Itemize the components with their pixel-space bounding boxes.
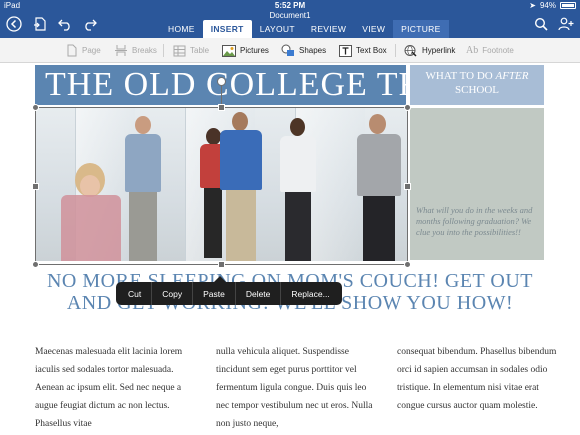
body-column-1[interactable]: Maecenas malesuada elit lacinia lorem ia… — [35, 343, 195, 433]
picture-selection-frame — [35, 107, 408, 265]
resize-handle-bottom-right[interactable] — [404, 261, 411, 268]
resize-handle-top[interactable] — [218, 104, 225, 111]
search-icon[interactable] — [531, 14, 551, 34]
paste-menu-item[interactable]: Paste — [193, 282, 236, 305]
page-button[interactable]: Page — [66, 43, 101, 58]
add-person-icon[interactable] — [556, 14, 576, 34]
sidebar-heading-italic: AFTER — [495, 70, 529, 82]
ribbon-tabs: HOME INSERT LAYOUT REVIEW VIEW PICTURE — [160, 20, 449, 38]
file-icon[interactable] — [30, 14, 50, 34]
shapes-button[interactable]: Shapes — [281, 43, 326, 58]
context-menu: Cut Copy Paste Delete Replace... — [116, 276, 342, 305]
battery-icon — [560, 2, 576, 9]
copy-menu-item[interactable]: Copy — [152, 282, 194, 305]
ribbon-divider — [395, 44, 396, 57]
resize-handle-top-right[interactable] — [404, 104, 411, 111]
document-page[interactable]: THE OLD COLLEGE TRY WHAT TO DO AFTER SCH… — [0, 63, 580, 435]
cut-menu-item[interactable]: Cut — [118, 282, 153, 305]
resize-handle-bottom[interactable] — [218, 261, 225, 268]
location-icon: ➤ — [529, 1, 536, 10]
page-label: Page — [82, 46, 101, 55]
table-label: Table — [190, 46, 210, 55]
pictures-button[interactable]: Pictures — [222, 43, 269, 58]
table-button[interactable]: Table — [173, 43, 209, 58]
pictures-label: Pictures — [240, 46, 269, 55]
replace-menu-item[interactable]: Replace... — [281, 282, 339, 305]
textbox-button[interactable]: Text Box — [339, 43, 387, 58]
resize-handle-top-left[interactable] — [32, 104, 39, 111]
body-column-3[interactable]: consequat bibendum. Phasellus bibendum o… — [397, 343, 557, 415]
footnote-icon: Ab — [466, 45, 479, 56]
page-icon — [67, 44, 77, 57]
back-icon[interactable] — [4, 14, 24, 34]
tab-review[interactable]: REVIEW — [303, 20, 354, 38]
sidebar-heading-text-2: SCHOOL — [454, 84, 499, 96]
table-icon — [173, 45, 186, 56]
breaks-button[interactable]: Breaks — [114, 43, 157, 58]
undo-icon[interactable] — [55, 14, 75, 34]
textbox-icon — [339, 44, 352, 57]
battery-status: ➤ 94% — [529, 1, 576, 10]
breaks-label: Breaks — [132, 46, 157, 55]
ribbon-divider — [163, 44, 164, 57]
tab-layout[interactable]: LAYOUT — [252, 20, 303, 38]
hyperlink-button[interactable]: Hyperlink — [404, 43, 455, 58]
tab-home[interactable]: HOME — [160, 20, 203, 38]
rotate-handle[interactable] — [217, 77, 226, 86]
breaks-icon — [115, 45, 127, 56]
battery-percent: 94% — [539, 1, 556, 10]
resize-handle-left[interactable] — [32, 183, 39, 190]
shapes-label: Shapes — [299, 46, 327, 55]
sidebar-heading[interactable]: WHAT TO DO AFTER SCHOOL — [410, 65, 544, 105]
resize-handle-bottom-left[interactable] — [32, 261, 39, 268]
insert-toolbar: Page Breaks Table Pictures Shapes Text B… — [0, 38, 580, 63]
tab-picture[interactable]: PICTURE — [393, 20, 449, 38]
hyperlink-label: Hyperlink — [422, 46, 456, 55]
tab-insert[interactable]: INSERT — [202, 20, 252, 38]
hyperlink-icon — [404, 45, 417, 57]
redo-icon[interactable] — [80, 14, 100, 34]
footnote-label: Footnote — [482, 46, 514, 55]
delete-menu-item[interactable]: Delete — [236, 282, 282, 305]
title-bar: iPad 5:52 PM ➤ 94% Document1 HOME INSERT… — [0, 0, 580, 38]
footnote-button[interactable]: Ab Footnote — [466, 43, 514, 58]
pictures-icon — [222, 44, 236, 57]
tab-view[interactable]: VIEW — [354, 20, 393, 38]
textbox-label: Text Box — [356, 46, 387, 55]
sidebar-quote[interactable]: What will you do in the weeks and months… — [416, 205, 540, 238]
clock: 5:52 PM — [274, 1, 306, 10]
shapes-icon — [281, 44, 294, 56]
sidebar-heading-text: WHAT TO DO — [425, 70, 493, 82]
resize-handle-right[interactable] — [404, 183, 411, 190]
body-column-2[interactable]: nulla vehicula aliquet. Suspendisse tinc… — [216, 343, 376, 433]
